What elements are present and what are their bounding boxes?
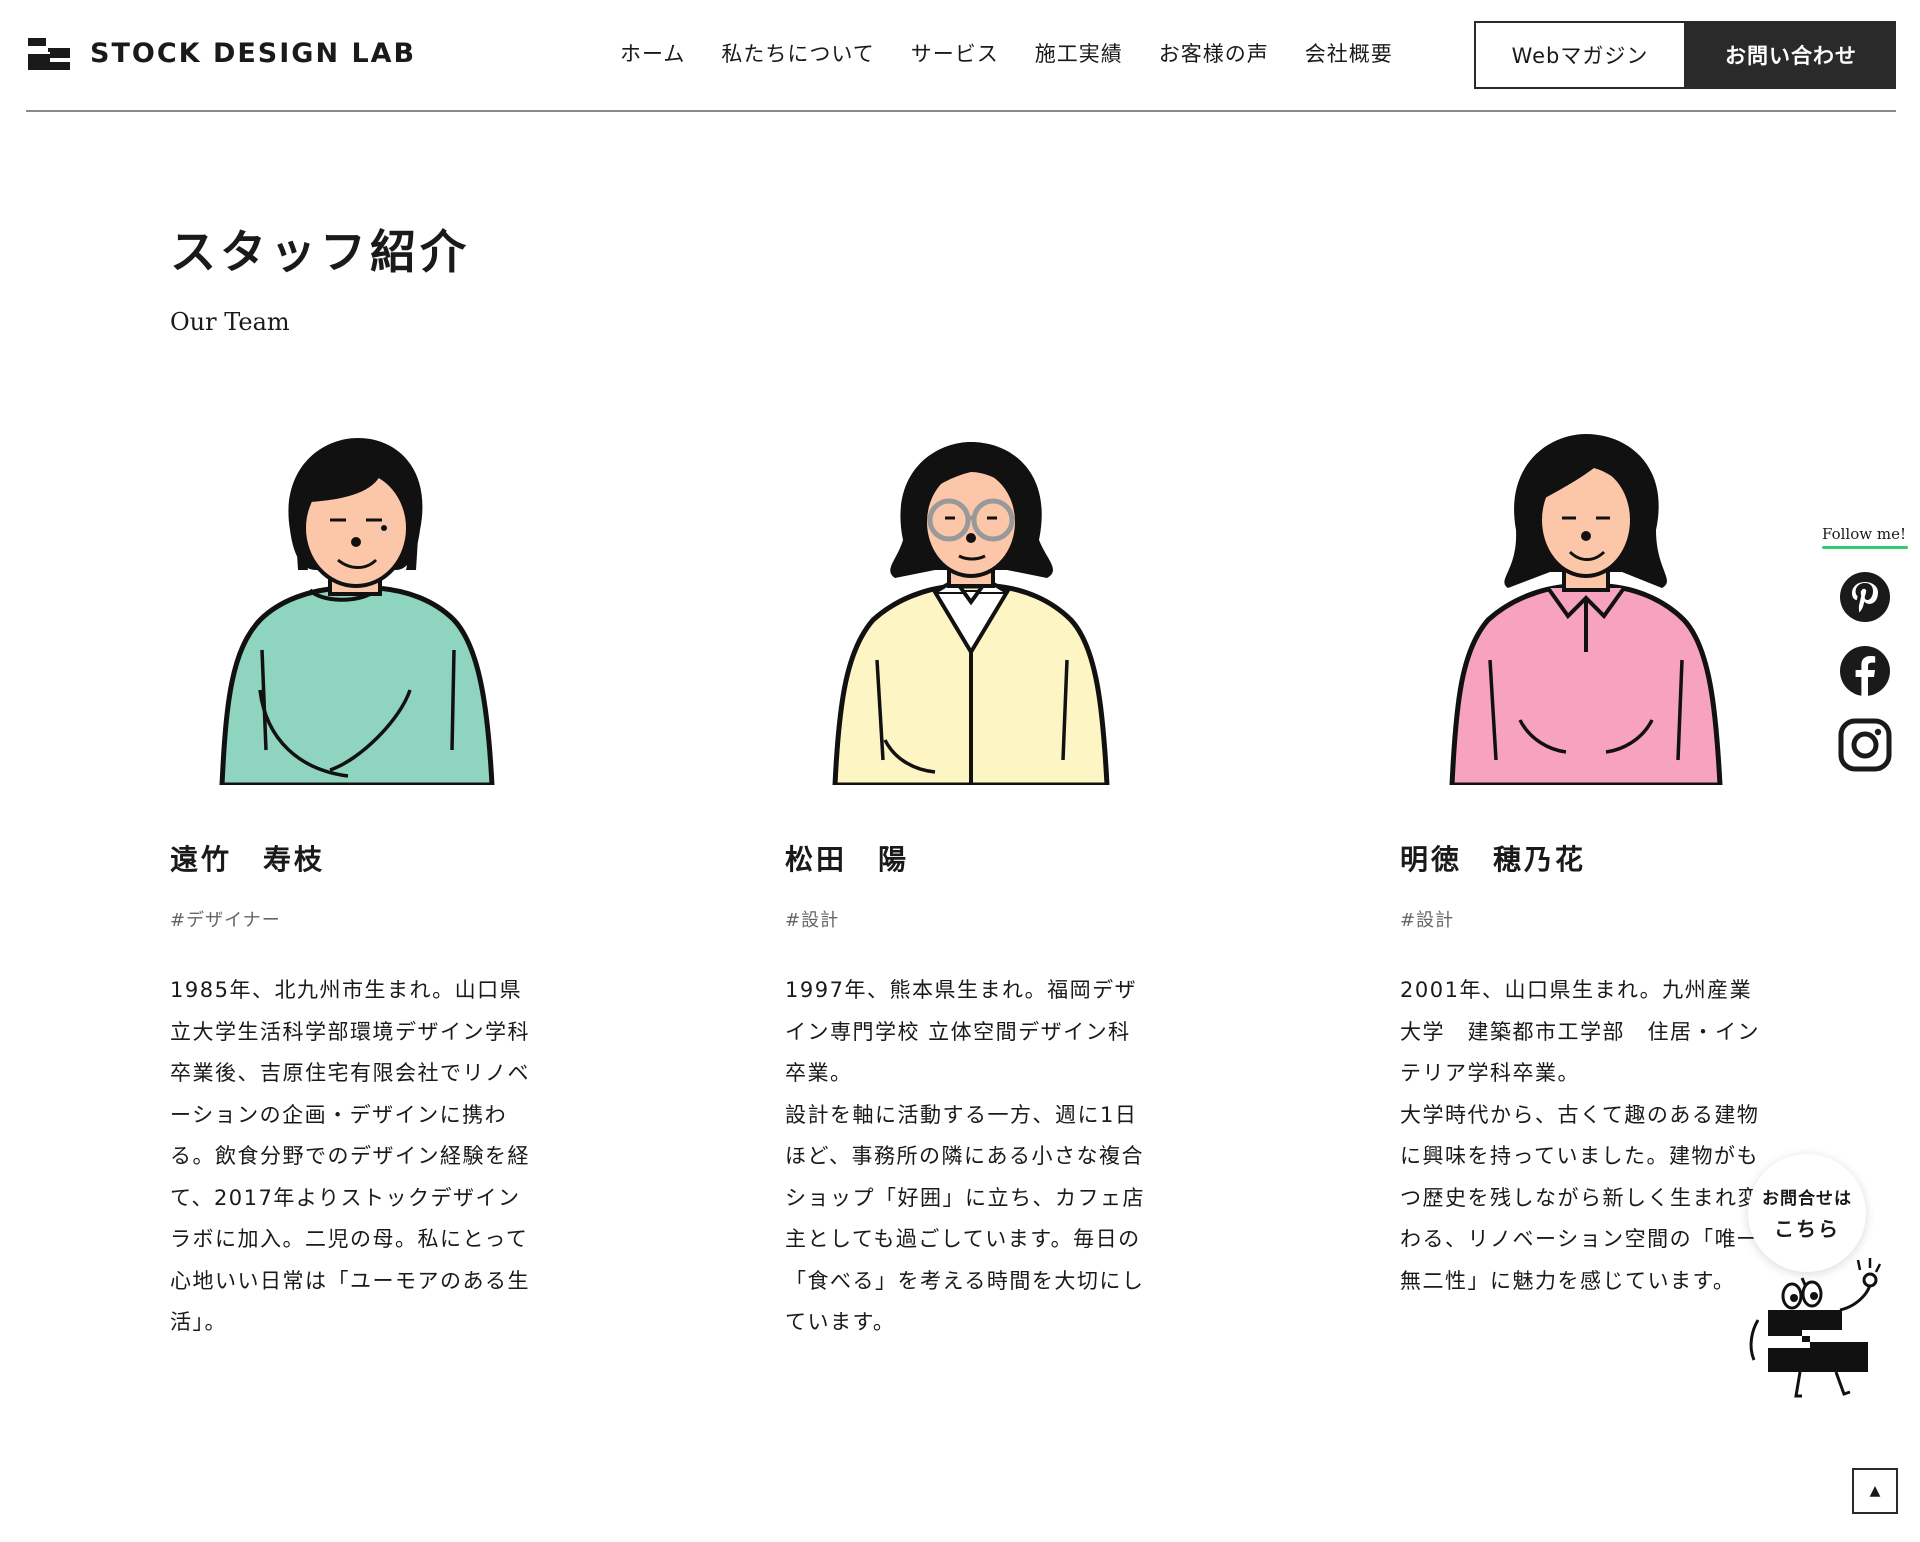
facebook-icon[interactable] <box>1838 644 1892 698</box>
nav-works[interactable]: 施工実績 <box>1035 38 1123 68</box>
staff-tag[interactable]: #設計 <box>785 906 839 932</box>
main-nav: ホーム 私たちについて サービス 施工実績 お客様の声 会社概要 <box>620 38 1429 68</box>
mascot-character-icon[interactable] <box>1740 1250 1890 1410</box>
staff-name: 松田 陽 <box>785 843 910 876</box>
staff-illustration-matsuda <box>832 442 1110 785</box>
bubble-text-line1: お問合せは <box>1762 1189 1852 1209</box>
bubble-text-line2: こちら <box>1774 1217 1840 1241</box>
staff-bio: 1997年、熊本県生まれ。福岡デザイン専門学校 立体空間デザイン科卒業。 設計を… <box>785 978 1145 1334</box>
nav-company[interactable]: 会社概要 <box>1305 38 1393 68</box>
web-magazine-button[interactable]: Webマガジン <box>1474 21 1686 89</box>
staff-tag[interactable]: #デザイナー <box>170 906 281 932</box>
staff-bio: 1985年、北九州市生まれ。山口県立大学生活科学部環境デザイン学科卒業後、吉原住… <box>170 978 530 1334</box>
header-divider <box>26 110 1896 112</box>
nav-home[interactable]: ホーム <box>620 38 685 68</box>
staff-name: 明徳 穂乃花 <box>1400 843 1587 876</box>
nav-services[interactable]: サービス <box>911 38 999 68</box>
follow-underline <box>1822 546 1908 549</box>
site-header: STOCK DESIGN LAB ホーム 私たちについて サービス 施工実績 お… <box>0 0 1920 112</box>
nav-about[interactable]: 私たちについて <box>721 38 874 68</box>
instagram-icon[interactable] <box>1838 718 1892 772</box>
logo-mark-icon <box>28 38 70 70</box>
site-logo[interactable]: STOCK DESIGN LAB <box>26 34 416 72</box>
staff-tag[interactable]: #設計 <box>1400 906 1454 932</box>
nav-testimonials[interactable]: お客様の声 <box>1159 38 1269 68</box>
staff-name: 遠竹 寿枝 <box>170 843 326 876</box>
logo-text: STOCK DESIGN LAB <box>90 37 417 69</box>
staff-illustration-myotoku <box>1449 434 1723 785</box>
pinterest-icon[interactable] <box>1838 570 1892 624</box>
follow-label: Follow me! <box>1822 525 1906 543</box>
staff-bio: 2001年、山口県生まれ。九州産業大学 建築都市工学部 住居・インテリア学科卒業… <box>1400 978 1760 1293</box>
staff-illustration-tootake <box>219 438 495 785</box>
contact-button[interactable]: お問い合わせ <box>1686 21 1896 89</box>
page-subtitle: Our Team <box>170 308 290 336</box>
page-title: スタッフ紹介 <box>170 225 470 279</box>
triangle-up-icon: ▲ <box>1869 1483 1881 1499</box>
scroll-to-top-button[interactable]: ▲ <box>1852 1468 1898 1514</box>
